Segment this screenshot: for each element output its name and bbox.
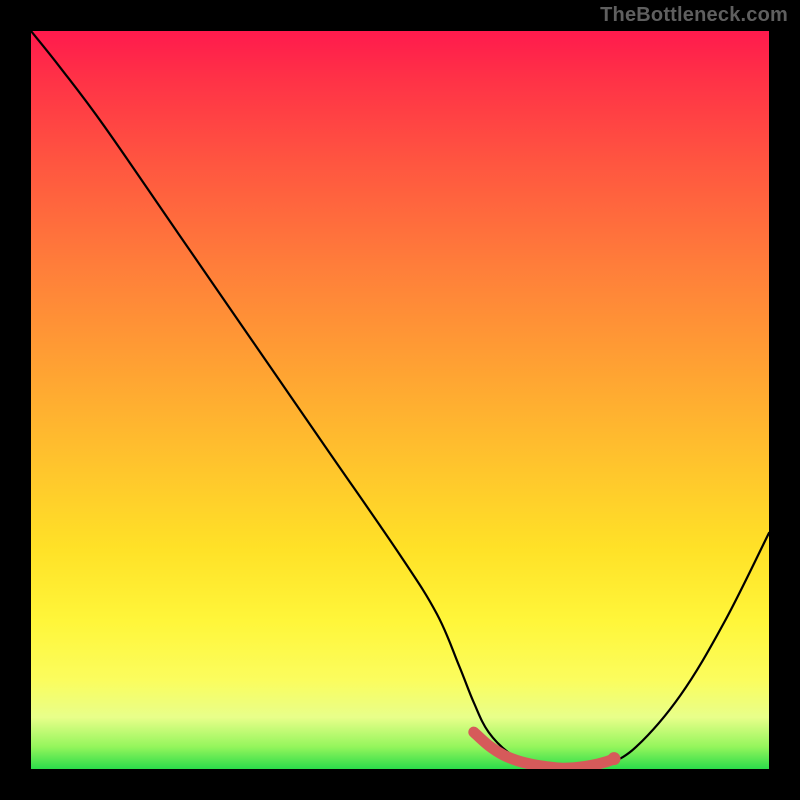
chart-frame: TheBottleneck.com — [0, 0, 800, 800]
plot-area — [31, 31, 769, 769]
optimal-range-marker — [474, 732, 614, 768]
marker-end-dot — [608, 752, 621, 765]
curve-svg — [31, 31, 769, 769]
bottleneck-curve — [31, 31, 769, 769]
watermark-text: TheBottleneck.com — [600, 4, 788, 27]
